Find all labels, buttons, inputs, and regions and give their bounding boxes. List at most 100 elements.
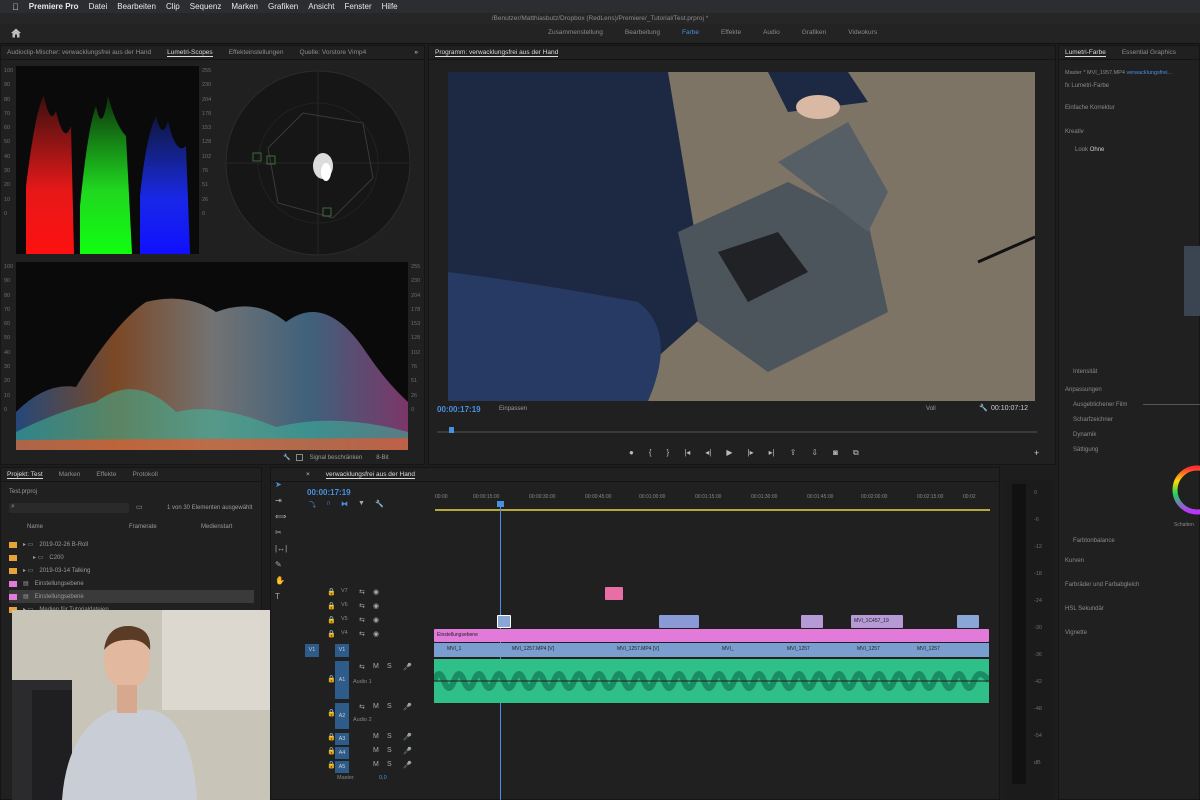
v1-clip[interactable]: MVI_ xyxy=(719,643,734,656)
tab-markers[interactable]: Marken xyxy=(59,471,81,478)
quality-select[interactable]: Voll xyxy=(926,406,936,412)
workspace-tab-farbe[interactable]: Farbe xyxy=(682,29,699,36)
sequence-tab[interactable]: verwacklungsfrei aus der Hand xyxy=(325,471,416,479)
workspace-tab-bearbeitung[interactable]: Bearbeitung xyxy=(625,29,660,36)
v1-clip[interactable]: MVI_1 xyxy=(444,643,461,656)
section-creative[interactable]: Kreativ xyxy=(1065,129,1084,135)
tab-effect-controls[interactable]: Effekteinstellungen xyxy=(229,49,284,56)
clip-v5-selected[interactable] xyxy=(497,615,511,628)
project-search-input[interactable]: ⌕ xyxy=(9,503,129,513)
column-media-start[interactable]: Medienstart xyxy=(201,524,232,530)
playhead-bar[interactable] xyxy=(437,431,1037,433)
solo-icon[interactable]: S xyxy=(387,747,392,754)
fit-select[interactable]: Einpassen xyxy=(499,406,527,412)
folder-icon[interactable]: ▭ xyxy=(136,503,143,511)
signal-checkbox[interactable] xyxy=(296,454,304,461)
step-forward-icon[interactable]: |▸ xyxy=(748,448,754,458)
eye-icon[interactable]: ◉ xyxy=(373,588,379,596)
mute-icon[interactable]: M xyxy=(373,703,379,710)
lock-icon[interactable]: 🔒 xyxy=(327,602,336,610)
ripple-edit-tool-icon[interactable]: ⟺ xyxy=(275,512,287,521)
home-icon[interactable] xyxy=(10,27,22,39)
tab-essential-graphics[interactable]: Essential Graphics xyxy=(1122,49,1176,56)
slip-tool-icon[interactable]: |↔| xyxy=(275,544,287,553)
mute-icon[interactable]: M xyxy=(373,733,379,740)
sync-icon[interactable]: ⇆ xyxy=(359,630,365,638)
pen-tool-icon[interactable]: ✎ xyxy=(275,560,287,569)
add-button-icon[interactable]: + xyxy=(1034,448,1039,458)
go-out-icon[interactable]: ▸| xyxy=(769,448,775,458)
selection-tool-icon[interactable]: ➤ xyxy=(275,480,287,489)
marker-icon[interactable]: ● xyxy=(629,448,634,458)
menu-marken[interactable]: Marken xyxy=(231,2,258,11)
menu-ansicht[interactable]: Ansicht xyxy=(308,2,334,11)
menu-hilfe[interactable]: Hilfe xyxy=(382,2,398,11)
section-adjustments[interactable]: Anpassungen xyxy=(1065,387,1102,393)
program-title[interactable]: Programm: verwacklungsfrei aus der Hand xyxy=(435,49,559,57)
razor-tool-icon[interactable]: ✂ xyxy=(275,528,287,537)
mic-icon[interactable]: 🎤 xyxy=(403,733,412,741)
list-item[interactable]: ▸ ▭ 2019-03-14 Talking xyxy=(9,564,254,577)
tab-project[interactable]: Projekt: Test xyxy=(7,471,43,479)
timeline-timecode[interactable]: 00:00:17:19 xyxy=(307,488,351,497)
mic-icon[interactable]: 🎤 xyxy=(403,703,412,711)
track-target-a4[interactable]: A4 xyxy=(335,747,349,759)
clip-v5[interactable] xyxy=(659,615,699,628)
tab-history[interactable]: Protokoll xyxy=(132,471,157,478)
list-item[interactable]: ▸ ▭ 2019-02-26 B-Roll xyxy=(9,538,254,551)
snap-icon[interactable]: ∩ xyxy=(326,500,331,510)
menu-sequenz[interactable]: Sequenz xyxy=(190,2,222,11)
sync-icon[interactable]: ⇆ xyxy=(359,616,365,624)
mark-out-icon[interactable]: } xyxy=(667,448,670,458)
menu-clip[interactable]: Clip xyxy=(166,2,180,11)
workspace-tab-effekte[interactable]: Effekte xyxy=(721,29,741,36)
section-color-wheels[interactable]: Farbräder und Farbabgleich xyxy=(1065,582,1139,588)
camera-icon[interactable]: ◙ xyxy=(833,448,838,458)
shadow-color-wheel[interactable] xyxy=(1167,464,1200,516)
section-basic[interactable]: Einfache Korrektur xyxy=(1065,105,1115,111)
column-name[interactable]: Name xyxy=(27,524,43,530)
eye-icon[interactable]: ◉ xyxy=(373,630,379,638)
faded-film-slider[interactable] xyxy=(1143,404,1200,405)
type-tool-icon[interactable]: T xyxy=(275,592,287,601)
solo-icon[interactable]: S xyxy=(387,733,392,740)
solo-icon[interactable]: S xyxy=(387,663,392,670)
sync-icon[interactable]: ⇆ xyxy=(359,602,365,610)
lift-icon[interactable]: ⇪ xyxy=(790,448,797,458)
look-select[interactable]: Ohne xyxy=(1090,147,1105,153)
play-icon[interactable]: ▶ xyxy=(726,448,732,458)
tab-lumetri-scopes[interactable]: Lumetri-Scopes xyxy=(167,49,213,57)
v1-clip[interactable]: MVI_1257 xyxy=(914,643,940,656)
track-target-a5[interactable]: A5 xyxy=(335,761,349,773)
eye-icon[interactable]: ◉ xyxy=(373,616,379,624)
lock-icon[interactable]: 🔒 xyxy=(327,616,336,624)
v1-clip[interactable]: MVI_1257 xyxy=(784,643,810,656)
v1-clip[interactable]: MVI_1257 xyxy=(854,643,880,656)
master-clip[interactable]: Master * MVI_1957.MP4 xyxy=(1065,70,1125,76)
close-sequence-icon[interactable]: × xyxy=(306,471,310,478)
workspace-tab-zusammenstellung[interactable]: Zusammenstellung xyxy=(548,29,603,36)
sync-icon[interactable]: ⇆ xyxy=(359,588,365,596)
tab-audioclip-mixer[interactable]: Audioclip-Mischer: verwacklungsfrei aus … xyxy=(7,49,151,56)
tab-source[interactable]: Quelle: Vorstore Vimp4 xyxy=(300,49,367,56)
track-target-a2[interactable]: A2 xyxy=(335,703,349,729)
track-target-a1[interactable]: A1 xyxy=(335,661,349,699)
menu-fenster[interactable]: Fenster xyxy=(344,2,371,11)
panel-menu-icon[interactable]: » xyxy=(414,49,418,56)
wrench-icon[interactable]: 🔧 xyxy=(283,454,290,461)
mic-icon[interactable]: 🎤 xyxy=(403,761,412,769)
track-target-a3[interactable]: A3 xyxy=(335,733,349,745)
list-item-selected[interactable]: ▤ Einstellungsebene xyxy=(9,590,254,603)
source-patch-v1[interactable]: V1 xyxy=(305,644,319,657)
timeline-settings-icon[interactable]: 🔧 xyxy=(375,500,384,510)
sync-icon[interactable]: ⇆ xyxy=(359,663,365,671)
mute-icon[interactable]: M xyxy=(373,663,379,670)
step-back-icon[interactable]: ◂| xyxy=(705,448,711,458)
track-select-tool-icon[interactable]: ⇥ xyxy=(275,496,287,505)
nest-icon[interactable]: ⤵ xyxy=(309,500,316,510)
section-hsl[interactable]: HSL Sekundär xyxy=(1065,606,1104,612)
mark-in-icon[interactable]: { xyxy=(649,448,652,458)
solo-icon[interactable]: S xyxy=(387,761,392,768)
clip-v5[interactable] xyxy=(957,615,979,628)
tab-effects[interactable]: Effekte xyxy=(96,471,116,478)
